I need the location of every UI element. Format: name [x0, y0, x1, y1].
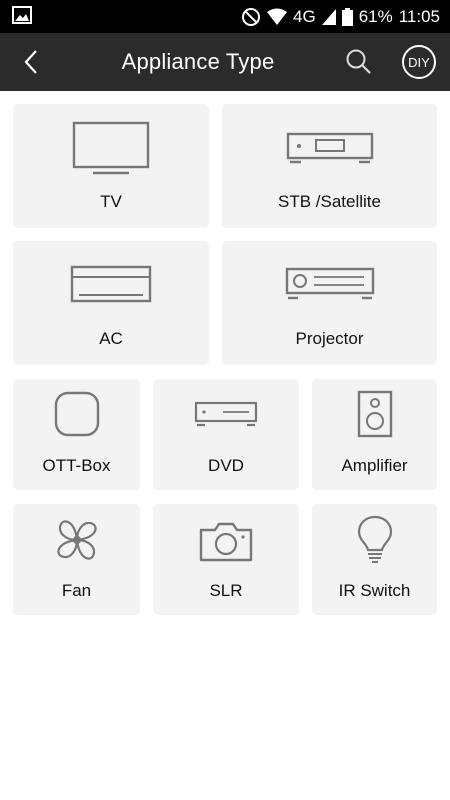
tv-icon: [13, 120, 209, 178]
light-bulb-icon: [312, 514, 437, 568]
status-indicators: 4G 61% 11:05: [241, 0, 440, 33]
network-type: 4G: [293, 6, 316, 26]
projector-icon: [222, 257, 437, 307]
appliance-label: Amplifier: [341, 456, 408, 475]
appliance-amplifier[interactable]: Amplifier: [312, 379, 437, 490]
appliance-grid: TV STB /Satellite AC Projector OTT-Box D…: [0, 91, 450, 800]
appliance-slr[interactable]: SLR: [153, 504, 299, 615]
gallery-notification-icon: [12, 6, 34, 26]
appliance-label: TV: [100, 192, 122, 211]
clock: 11:05: [398, 6, 440, 26]
appliance-ott-box[interactable]: OTT-Box: [13, 379, 140, 490]
battery-percent: 61%: [358, 6, 393, 26]
do-not-disturb-icon: [241, 7, 261, 27]
camera-icon: [153, 514, 299, 566]
appliance-stb-satellite[interactable]: STB /Satellite: [222, 104, 437, 228]
speaker-icon: [312, 389, 437, 441]
appliance-label: IR Switch: [338, 581, 411, 600]
appliance-label: DVD: [208, 456, 244, 475]
appliance-projector[interactable]: Projector: [222, 241, 437, 365]
appliance-ac[interactable]: AC: [13, 241, 209, 365]
signal-icon: [321, 8, 336, 25]
air-conditioner-icon: [13, 257, 209, 309]
diy-label: DIY: [408, 54, 430, 70]
appliance-dvd[interactable]: DVD: [153, 379, 299, 490]
fan-icon: [13, 514, 140, 566]
search-icon: [344, 49, 374, 81]
appliance-label: Fan: [61, 581, 92, 600]
status-bar: 4G 61% 11:05: [0, 0, 450, 33]
appliance-label: STB /Satellite: [278, 192, 381, 211]
set-top-box-icon: [222, 120, 437, 170]
appliance-fan[interactable]: Fan: [13, 504, 140, 615]
ott-box-icon: [13, 389, 140, 441]
wifi-icon: [267, 8, 287, 26]
dvd-player-icon: [153, 389, 299, 441]
appliance-label: OTT-Box: [42, 456, 111, 475]
appliance-ir-switch[interactable]: IR Switch: [312, 504, 437, 615]
appliance-label: Projector: [295, 329, 364, 348]
appliance-label: AC: [99, 329, 123, 348]
appliance-label: SLR: [209, 581, 243, 600]
appliance-tv[interactable]: TV: [13, 104, 209, 228]
diy-button[interactable]: DIY: [402, 45, 436, 79]
battery-icon: [341, 7, 353, 26]
app-bar: Appliance Type DIY: [0, 33, 450, 91]
page-title: Appliance Type: [121, 49, 275, 74]
search-button[interactable]: [344, 47, 374, 77]
